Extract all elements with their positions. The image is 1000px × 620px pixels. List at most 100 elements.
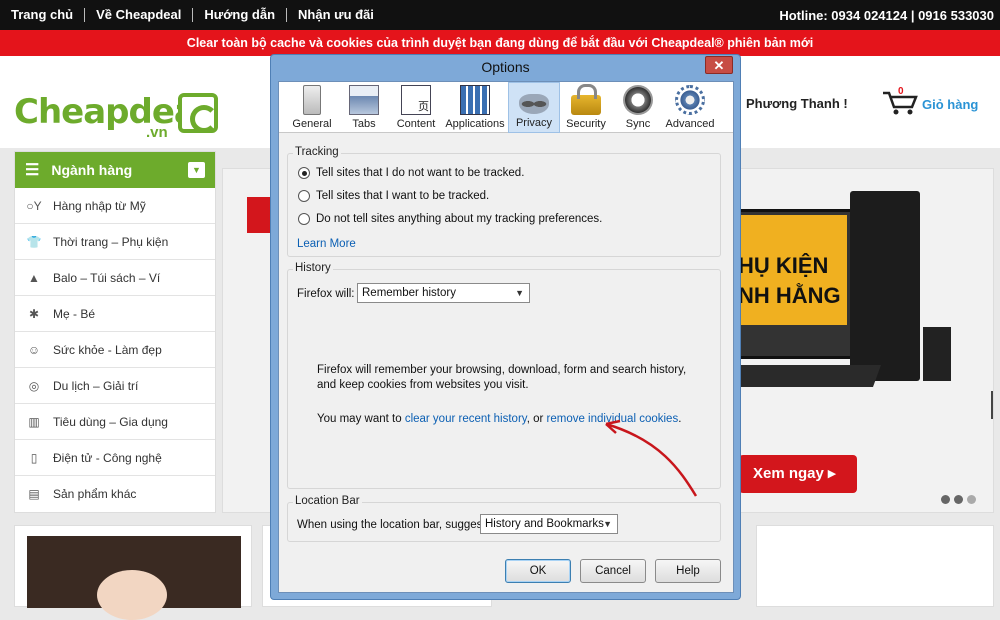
chevron-down-icon[interactable]: ▼ <box>188 162 205 178</box>
tab-general[interactable]: General <box>286 82 338 133</box>
category-item[interactable]: ✱ Mẹ - Bé <box>15 296 215 332</box>
sidebar-title: Ngành hàng <box>51 162 133 178</box>
category-sidebar: ☰ Ngành hàng ▼ ○Y Hàng nhập từ Mỹ 👕 Thời t… <box>14 151 216 513</box>
speaker-image <box>923 327 951 381</box>
sync-icon <box>623 85 653 115</box>
dialog-title: Options <box>481 59 530 75</box>
map-icon: ▥ <box>28 414 40 429</box>
category-label: Sức khỏe - Làm đẹp <box>53 342 162 357</box>
history-group: History Firefox will: Remember history ▼ … <box>287 262 721 489</box>
history-suggestion: You may want to clear your recent histor… <box>317 413 681 425</box>
category-item[interactable]: ▤ Sản phẩm khác <box>15 476 215 512</box>
stroller-icon: ✱ <box>28 306 40 321</box>
learn-more-link[interactable]: Learn More <box>297 238 356 250</box>
category-item[interactable]: ▯ Điện tử - Công nghệ <box>15 440 215 476</box>
location-bar-group: Location Bar When using the location bar… <box>287 495 721 542</box>
cancel-button[interactable]: Cancel <box>580 559 646 583</box>
chevron-down-icon: ▼ <box>515 288 524 298</box>
smile-icon: ☺ <box>27 342 41 357</box>
applications-icon <box>460 85 490 115</box>
category-item[interactable]: ▥ Tiêu dùng – Gia dụng <box>15 404 215 440</box>
security-icon <box>571 84 601 115</box>
general-icon <box>303 85 321 115</box>
cart-count: 0 <box>898 86 904 97</box>
product-card[interactable] <box>14 525 252 620</box>
category-item[interactable]: ▲ Balo – Túi sách – Ví <box>15 260 215 296</box>
radio-selected[interactable] <box>298 167 310 179</box>
tracking-option-do-not-track[interactable]: Tell sites that I do not want to be trac… <box>298 167 524 179</box>
tracking-label: Tracking <box>293 146 341 158</box>
ok-button[interactable]: OK <box>505 559 571 583</box>
slider-dot[interactable] <box>967 495 976 504</box>
tab-sync[interactable]: Sync <box>612 82 664 133</box>
nav-home[interactable]: Trang chủ <box>0 8 86 22</box>
steering-icon: ◎ <box>28 378 40 393</box>
category-label: Balo – Túi sách – Ví <box>53 270 161 285</box>
history-description: Firefox will remember your browsing, dow… <box>317 364 687 391</box>
product-photo <box>27 536 241 620</box>
shirt-icon: 👕 <box>26 234 42 249</box>
radio[interactable] <box>298 213 310 225</box>
tab-tabs[interactable]: Tabs <box>338 82 390 133</box>
cart-label[interactable]: Giỏ hàng <box>922 97 978 112</box>
close-button[interactable]: ✕ <box>705 56 733 74</box>
tab-applications[interactable]: Applications <box>442 82 508 133</box>
options-toolbar: General Tabs Content Applications Privac… <box>279 82 733 133</box>
tab-security[interactable]: Security <box>560 82 612 133</box>
chevron-down-icon: ▼ <box>603 519 612 529</box>
slider-dots[interactable] <box>941 495 976 504</box>
slider-dot[interactable] <box>954 495 963 504</box>
category-label: Tiêu dùng – Gia dụng <box>53 414 168 429</box>
tab-privacy[interactable]: Privacy <box>508 82 560 133</box>
firefox-will-label: Firefox will: <box>297 288 355 300</box>
category-label: Du lịch – Giải trí <box>53 378 139 393</box>
content-icon <box>401 85 431 115</box>
scrollbar-thumb[interactable] <box>991 391 993 419</box>
location-suggest-select[interactable]: History and Bookmarks ▼ <box>480 514 618 534</box>
help-button[interactable]: Help <box>655 559 721 583</box>
privacy-icon <box>519 94 549 114</box>
phone-icon: ▯ <box>30 450 38 465</box>
category-item[interactable]: ☺ Sức khỏe - Làm đẹp <box>15 332 215 368</box>
category-label: Mẹ - Bé <box>53 306 96 321</box>
tracking-option-track[interactable]: Tell sites that I want to be tracked. <box>298 190 489 202</box>
bag-icon: ▲ <box>28 270 40 285</box>
nav-offers[interactable]: Nhận ưu đãi <box>287 8 385 22</box>
history-mode-select[interactable]: Remember history ▼ <box>357 283 530 303</box>
top-nav: Trang chủ Về Cheapdeal Hướng dẫn Nhận ưu… <box>0 0 1000 30</box>
category-item[interactable]: ○Y Hàng nhập từ Mỹ <box>15 188 215 224</box>
slider-dot[interactable] <box>941 495 950 504</box>
advanced-icon <box>675 85 705 115</box>
tab-content[interactable]: Content <box>390 82 442 133</box>
tabs-icon <box>349 85 379 115</box>
product-card[interactable] <box>756 525 994 607</box>
sidebar-header[interactable]: ☰ Ngành hàng ▼ <box>15 152 215 188</box>
user-greeting[interactable]: Phương Thanh ! <box>746 96 848 111</box>
category-label: Thời trang – Phụ kiện <box>53 234 169 249</box>
tab-advanced[interactable]: Advanced <box>664 82 716 133</box>
category-label: Hàng nhập từ Mỹ <box>53 198 146 213</box>
menu-icon: ☰ <box>25 162 40 179</box>
slider-title: HỤ KIỆN NH HẰNG <box>738 253 841 308</box>
pc-tower-image <box>850 191 920 381</box>
dialog-body: General Tabs Content Applications Privac… <box>278 81 734 593</box>
category-label: Sản phẩm khác <box>53 487 137 501</box>
radio[interactable] <box>298 190 310 202</box>
box-icon: ▤ <box>28 487 40 501</box>
view-now-button[interactable]: Xem ngay ▸ <box>739 455 857 493</box>
logo-suffix: .vn <box>146 124 168 141</box>
category-item[interactable]: 👕 Thời trang – Phụ kiện <box>15 224 215 260</box>
import-icon: ○Y <box>26 198 42 213</box>
remove-cookies-link[interactable]: remove individual cookies <box>547 413 679 425</box>
suggest-label: When using the location bar, suggest: <box>297 519 489 531</box>
options-dialog: Options ✕ General Tabs Content Applicati… <box>270 54 741 600</box>
keyboard-image <box>732 365 882 387</box>
history-label: History <box>293 262 333 274</box>
category-label: Điện tử - Công nghệ <box>53 450 162 465</box>
nav-about[interactable]: Về Cheapdeal <box>85 8 194 22</box>
tracking-option-no-preference[interactable]: Do not tell sites anything about my trac… <box>298 213 602 225</box>
clear-history-link[interactable]: clear your recent history <box>405 413 527 425</box>
tracking-group: Tracking Tell sites that I do not want t… <box>287 146 721 257</box>
category-item[interactable]: ◎ Du lịch – Giải trí <box>15 368 215 404</box>
nav-guide[interactable]: Hướng dẫn <box>193 8 288 22</box>
